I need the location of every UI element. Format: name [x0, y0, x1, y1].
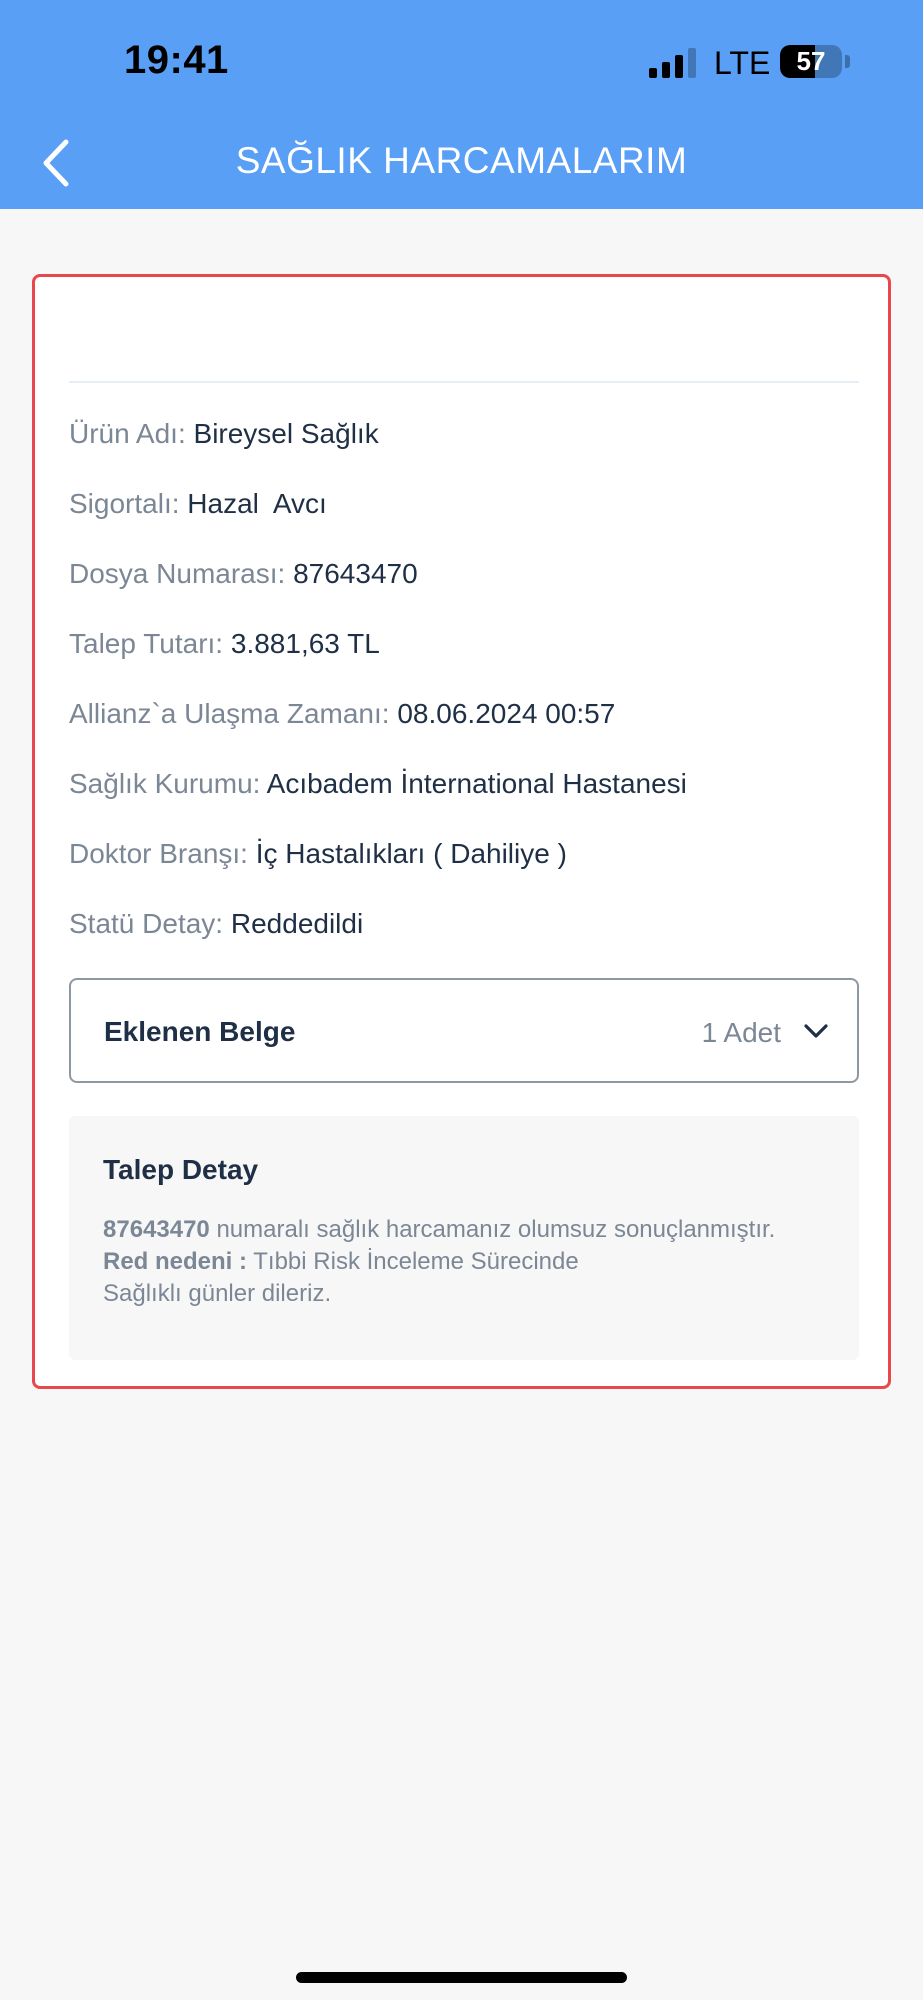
battery-cap	[845, 55, 850, 68]
info-row-health-institution: Sağlık Kurumu: Acıbadem İnternational Ha…	[69, 768, 859, 800]
claim-detail-line-3: Sağlıklı günler dileriz.	[103, 1280, 843, 1308]
attached-documents-dropdown[interactable]: Eklenen Belge 1 Adet	[69, 978, 859, 1083]
attached-documents-title: Eklenen Belge	[104, 1016, 296, 1047]
chevron-down-icon	[804, 1024, 828, 1038]
info-row-arrival-time: Allianz`a Ulaşma Zamanı: 08.06.2024 00:5…	[69, 698, 859, 730]
info-row-claim-amount: Talep Tutarı: 3.881,63 TL	[69, 628, 859, 660]
status-time: 19:41	[124, 38, 229, 82]
info-value: 3.881,63 TL	[230, 628, 380, 659]
app-header: 19:41 LTE 57 SAĞLIK HARCAMALARIM	[0, 0, 923, 209]
info-row-insured: Sigortalı: Hazal Avcı	[69, 488, 859, 520]
cellular-signal-icon	[649, 48, 699, 78]
info-label: Dosya Numarası:	[69, 558, 286, 589]
battery-level: 57	[796, 46, 826, 76]
info-value: 87643470	[293, 558, 418, 589]
info-label: Talep Tutarı:	[69, 628, 224, 659]
claim-detail-line-1: 87643470 numaralı sağlık harcamanız olum…	[103, 1216, 843, 1244]
rejection-reason-label: Red nedeni :	[103, 1248, 248, 1275]
closing-text: Sağlıklı günler dileriz.	[103, 1280, 332, 1307]
claim-detail-file-number: 87643470	[103, 1216, 210, 1243]
info-value: İç Hastalıkları ( Dahiliye )	[255, 838, 567, 869]
claim-detail-line-2: Red nedeni : Tıbbi Risk İnceleme Sürecin…	[103, 1248, 843, 1276]
info-value: Acıbadem İnternational Hastanesi	[266, 768, 687, 799]
info-value: Bireysel Sağlık	[193, 418, 379, 449]
network-type: LTE	[714, 45, 771, 81]
claim-detail-box: Talep Detay 87643470 numaralı sağlık har…	[69, 1116, 859, 1360]
attached-documents-count: 1 Adet	[701, 1017, 781, 1048]
claim-card: Ürün Adı: Bireysel Sağlık Sigortalı: Haz…	[32, 274, 891, 1389]
claim-detail-title: Talep Detay	[103, 1154, 259, 1185]
page-title: SAĞLIK HARCAMALARIM	[235, 140, 688, 181]
info-row-file-number: Dosya Numarası: 87643470	[69, 558, 859, 590]
card-divider	[69, 381, 859, 383]
info-label: Doktor Branşı:	[69, 838, 248, 869]
rejection-reason-text: Tıbbi Risk İnceleme Sürecinde	[247, 1248, 579, 1275]
home-indicator[interactable]	[296, 1972, 627, 1983]
info-row-product: Ürün Adı: Bireysel Sağlık	[69, 418, 859, 450]
info-label: Ürün Adı:	[69, 418, 186, 449]
info-label: Statü Detay:	[69, 908, 224, 939]
claim-detail-text: numaralı sağlık harcamanız olumsuz sonuç…	[209, 1216, 776, 1243]
info-label: Sigortalı:	[69, 488, 180, 519]
info-value: 08.06.2024 00:57	[397, 698, 616, 729]
battery-icon: 57	[780, 45, 842, 78]
info-label: Sağlık Kurumu:	[69, 768, 261, 799]
info-row-status-detail: Statü Detay: Reddedildi	[69, 908, 859, 940]
info-label: Allianz`a Ulaşma Zamanı:	[69, 698, 390, 729]
info-row-doctor-branch: Doktor Branşı: İç Hastalıkları ( Dahiliy…	[69, 838, 859, 870]
info-value: Reddedildi	[230, 908, 364, 939]
info-value: Hazal Avcı	[187, 488, 327, 519]
